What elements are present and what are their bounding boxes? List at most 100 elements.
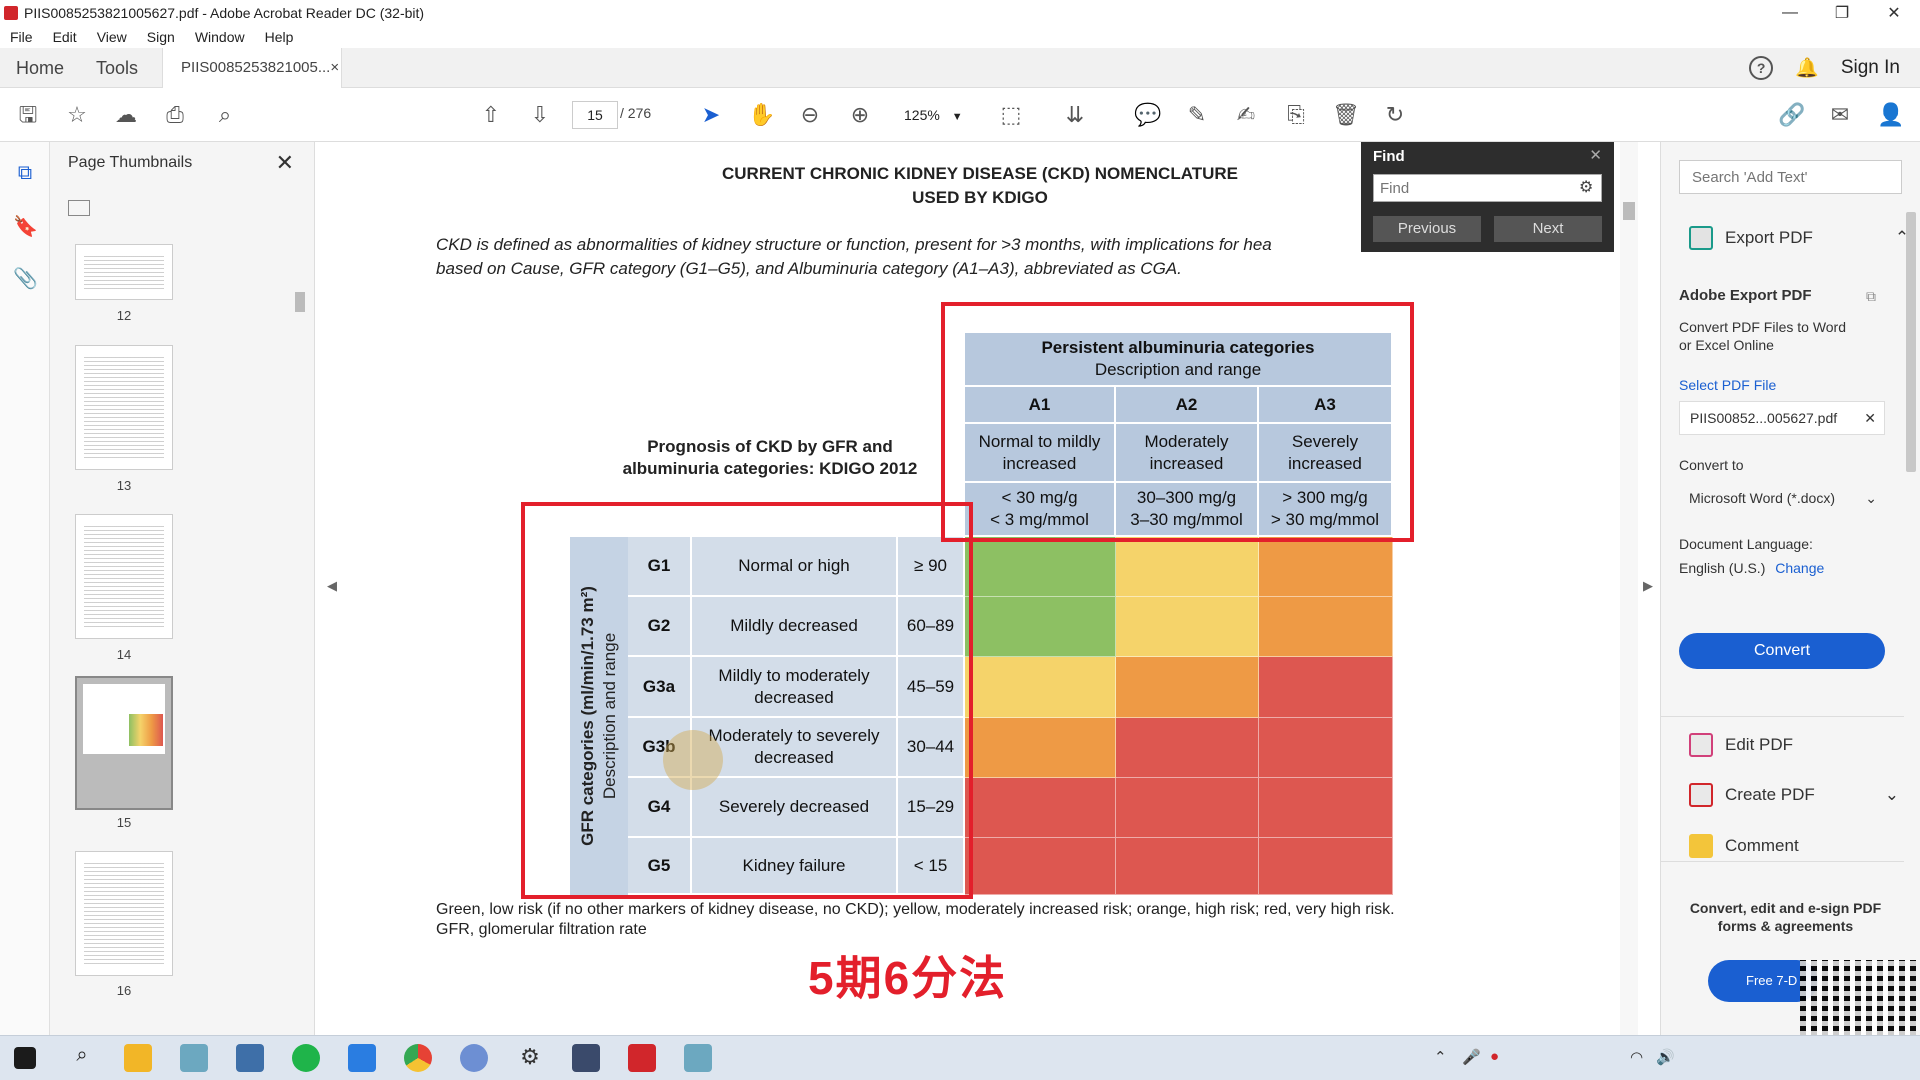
upload-cloud-icon[interactable]: ☁ [113, 102, 139, 128]
tab-document[interactable]: PIIS0085253821005... × [162, 47, 343, 88]
zoom-search-icon[interactable]: ⌕ [212, 102, 238, 128]
wifi-icon[interactable]: ◠ [1630, 1048, 1643, 1066]
share-link-icon[interactable]: 🔗 [1778, 102, 1805, 128]
zoom-level-dropdown[interactable]: 125% ▼ [892, 101, 972, 129]
page-fit-icon[interactable]: ⬚ [998, 102, 1024, 128]
main-toolbar: 🖫 ☆ ☁ ⎙ ⌕ ⇧ ⇩ 15 / 276 ➤ ✋ ⊖ ⊕ 125% ▼ ⬚ … [0, 88, 1920, 142]
document-scrollbar[interactable] [1620, 142, 1638, 1035]
collapse-right-icon[interactable]: ▶ [1643, 578, 1653, 594]
bookmark-icon[interactable]: 🔖 [13, 214, 38, 238]
prognosis-title: Prognosis of CKD by GFR and albuminuria … [600, 436, 940, 480]
close-tab-icon[interactable]: × [330, 48, 339, 88]
sas-icon[interactable] [236, 1044, 264, 1072]
zoom-in-icon[interactable]: ⊕ [847, 102, 873, 128]
export-pdf-header[interactable]: Export PDF ⌃ [1689, 226, 1909, 250]
collapse-left-icon[interactable]: ◀ [327, 578, 337, 594]
stamp-icon[interactable]: ⎘ [1283, 102, 1309, 128]
clear-file-icon[interactable]: ✕ [1864, 402, 1876, 434]
thumbnails-scrollbar[interactable] [293, 250, 307, 1020]
zoom-out-icon[interactable]: ⊖ [797, 102, 823, 128]
delete-icon[interactable]: 🗑 [1332, 102, 1360, 128]
app-icon-4[interactable] [684, 1044, 712, 1072]
create-pdf-icon [1689, 783, 1713, 807]
highlight-pen-icon[interactable]: ✎ [1184, 102, 1210, 128]
thumbnail-options-icon[interactable] [68, 200, 90, 216]
maximize-button[interactable]: ❐ [1816, 0, 1868, 25]
close-find-icon[interactable]: ✕ [1589, 146, 1602, 164]
comment-icon[interactable]: 💬 [1134, 102, 1161, 128]
tools-panel-scrollbar[interactable] [1904, 182, 1918, 802]
tab-tools[interactable]: Tools [80, 48, 154, 88]
page-thumbnails-icon[interactable]: ⧉ [13, 162, 37, 186]
thumbnail-page-14[interactable] [75, 514, 173, 639]
thumbnail-page-12[interactable] [75, 244, 173, 300]
rotate-icon[interactable]: ↻ [1382, 102, 1408, 128]
thumbnail-label: 12 [116, 308, 132, 323]
r-icon[interactable] [460, 1044, 488, 1072]
thumbnail-page-16[interactable] [75, 851, 173, 976]
next-page-icon[interactable]: ⇩ [527, 102, 553, 128]
risk-cell-red [1116, 718, 1259, 778]
find-next-button[interactable]: Next [1494, 216, 1602, 242]
windows-start-icon[interactable] [14, 1047, 36, 1069]
star-icon[interactable]: ☆ [64, 102, 90, 128]
chrome-icon[interactable] [404, 1044, 432, 1072]
export-pdf-icon [1689, 226, 1713, 250]
find-input[interactable] [1373, 174, 1602, 202]
chevron-up-icon[interactable]: ⌃ [1434, 1048, 1447, 1066]
acrobat-taskbar-icon[interactable] [628, 1044, 656, 1072]
gear-icon[interactable]: ⚙ [1579, 177, 1593, 197]
language-value: English (U.S.) [1679, 560, 1766, 576]
sign-icon[interactable]: ✍ [1233, 102, 1259, 128]
app-icon-2[interactable] [348, 1044, 376, 1072]
tray-app-icon[interactable]: ● [1490, 1048, 1499, 1065]
create-pdf-tool[interactable]: Create PDF ⌄ [1689, 783, 1899, 807]
close-panel-icon[interactable]: ✕ [276, 150, 294, 176]
close-window-button[interactable]: ✕ [1868, 0, 1920, 25]
app-icon-3[interactable] [572, 1044, 600, 1072]
prev-page-icon[interactable]: ⇧ [478, 102, 504, 128]
menu-edit[interactable]: Edit [43, 29, 87, 45]
intro-paragraph: CKD is defined as abnormalities of kidne… [436, 233, 1436, 281]
chinese-annotation: 5期6分法 [808, 952, 1008, 1004]
app-icon-1[interactable] [180, 1044, 208, 1072]
menu-window[interactable]: Window [185, 29, 255, 45]
selected-file-field: PIIS00852...005627.pdf ✕ [1679, 401, 1885, 435]
sign-in-button[interactable]: Sign In [1841, 57, 1900, 79]
edit-pdf-tool[interactable]: Edit PDF [1689, 733, 1793, 757]
select-pdf-file-link[interactable]: Select PDF File [1679, 376, 1776, 394]
comment-tool[interactable]: Comment [1689, 834, 1799, 858]
convert-button[interactable]: Convert [1679, 633, 1885, 669]
bell-icon[interactable]: 🔔 [1795, 56, 1819, 80]
heading-line-1: CURRENT CHRONIC KIDNEY DISEASE (CKD) NOM… [722, 164, 1238, 183]
mic-icon[interactable]: 🎤 [1462, 1048, 1481, 1066]
menu-file[interactable]: File [0, 29, 43, 45]
file-explorer-icon[interactable] [124, 1044, 152, 1072]
page-number-input[interactable]: 15 [572, 101, 618, 129]
settings-icon[interactable]: ⚙ [516, 1044, 544, 1072]
share-user-icon[interactable]: 👤 [1877, 102, 1904, 128]
menu-help[interactable]: Help [255, 29, 304, 45]
save-icon[interactable]: 🖫 [15, 102, 41, 128]
scroll-mode-icon[interactable]: ⇊ [1062, 102, 1088, 128]
print-icon[interactable]: ⎙ [162, 102, 188, 128]
format-dropdown[interactable]: Microsoft Word (*.docx) ⌄ [1679, 482, 1885, 516]
attachment-icon[interactable]: 📎 [13, 266, 38, 290]
help-icon[interactable]: ? [1749, 56, 1774, 80]
menu-view[interactable]: View [87, 29, 137, 45]
hand-tool-icon[interactable]: ✋ [748, 102, 775, 128]
search-icon[interactable]: ⌕ [68, 1044, 96, 1072]
volume-icon[interactable]: 🔊 [1656, 1048, 1675, 1066]
minimize-button[interactable]: — [1764, 0, 1816, 25]
select-cursor-icon[interactable]: ➤ [698, 102, 724, 128]
find-previous-button[interactable]: Previous [1373, 216, 1481, 242]
tab-home[interactable]: Home [0, 48, 80, 88]
copy-icon[interactable]: ⧉ [1866, 287, 1876, 305]
menu-sign[interactable]: Sign [137, 29, 185, 45]
thumbnail-page-13[interactable] [75, 345, 173, 470]
mail-icon[interactable]: ✉ [1827, 102, 1853, 128]
add-text-search-input[interactable] [1679, 160, 1902, 194]
thumbnail-page-15[interactable] [75, 676, 173, 810]
change-language-link[interactable]: Change [1775, 560, 1824, 576]
wechat-icon[interactable] [292, 1044, 320, 1072]
